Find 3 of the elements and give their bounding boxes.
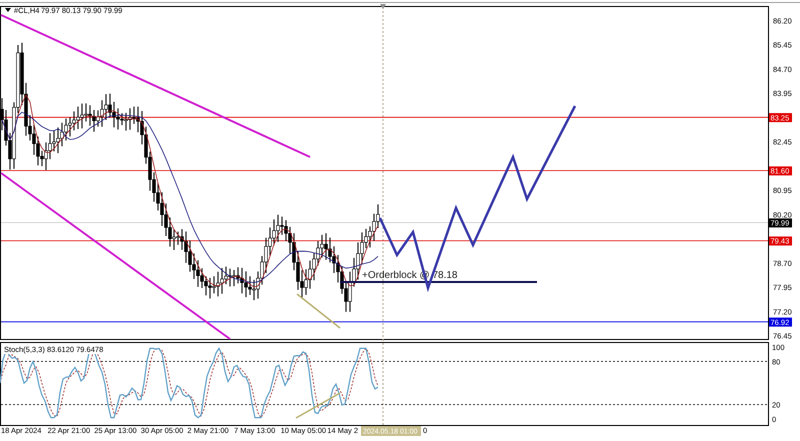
divergence-line [296, 392, 340, 419]
divergence-line [296, 293, 340, 329]
marker-triangle-icon [380, 4, 386, 9]
